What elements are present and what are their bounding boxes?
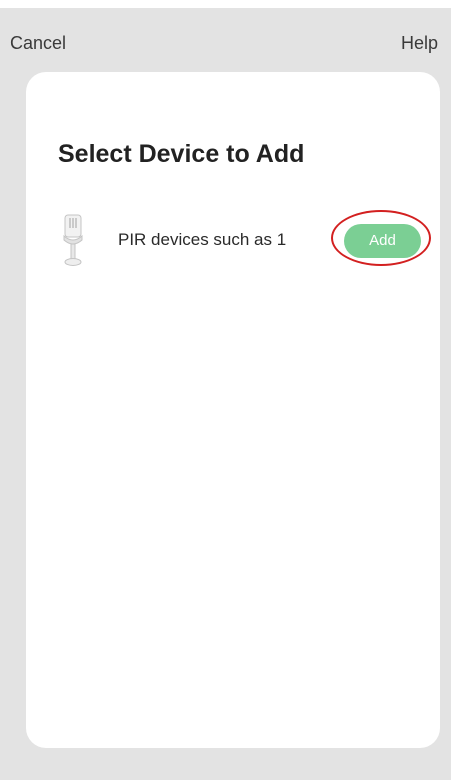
device-name: PIR devices such as 1 [118,230,287,249]
device-row: PIR devices such as 1 Add [26,210,440,270]
screen: Cancel Help Select Device to Add PIR dev… [0,0,451,780]
add-button[interactable]: Add [344,224,421,258]
cancel-button[interactable]: Cancel [10,32,66,54]
page-title: Select Device to Add [58,140,305,168]
help-button[interactable]: Help [401,32,438,54]
pir-sensor-icon [62,214,84,268]
navigation-bar: Cancel Help [0,8,451,68]
device-selection-card: Select Device to Add PIR devices such as… [26,72,440,748]
